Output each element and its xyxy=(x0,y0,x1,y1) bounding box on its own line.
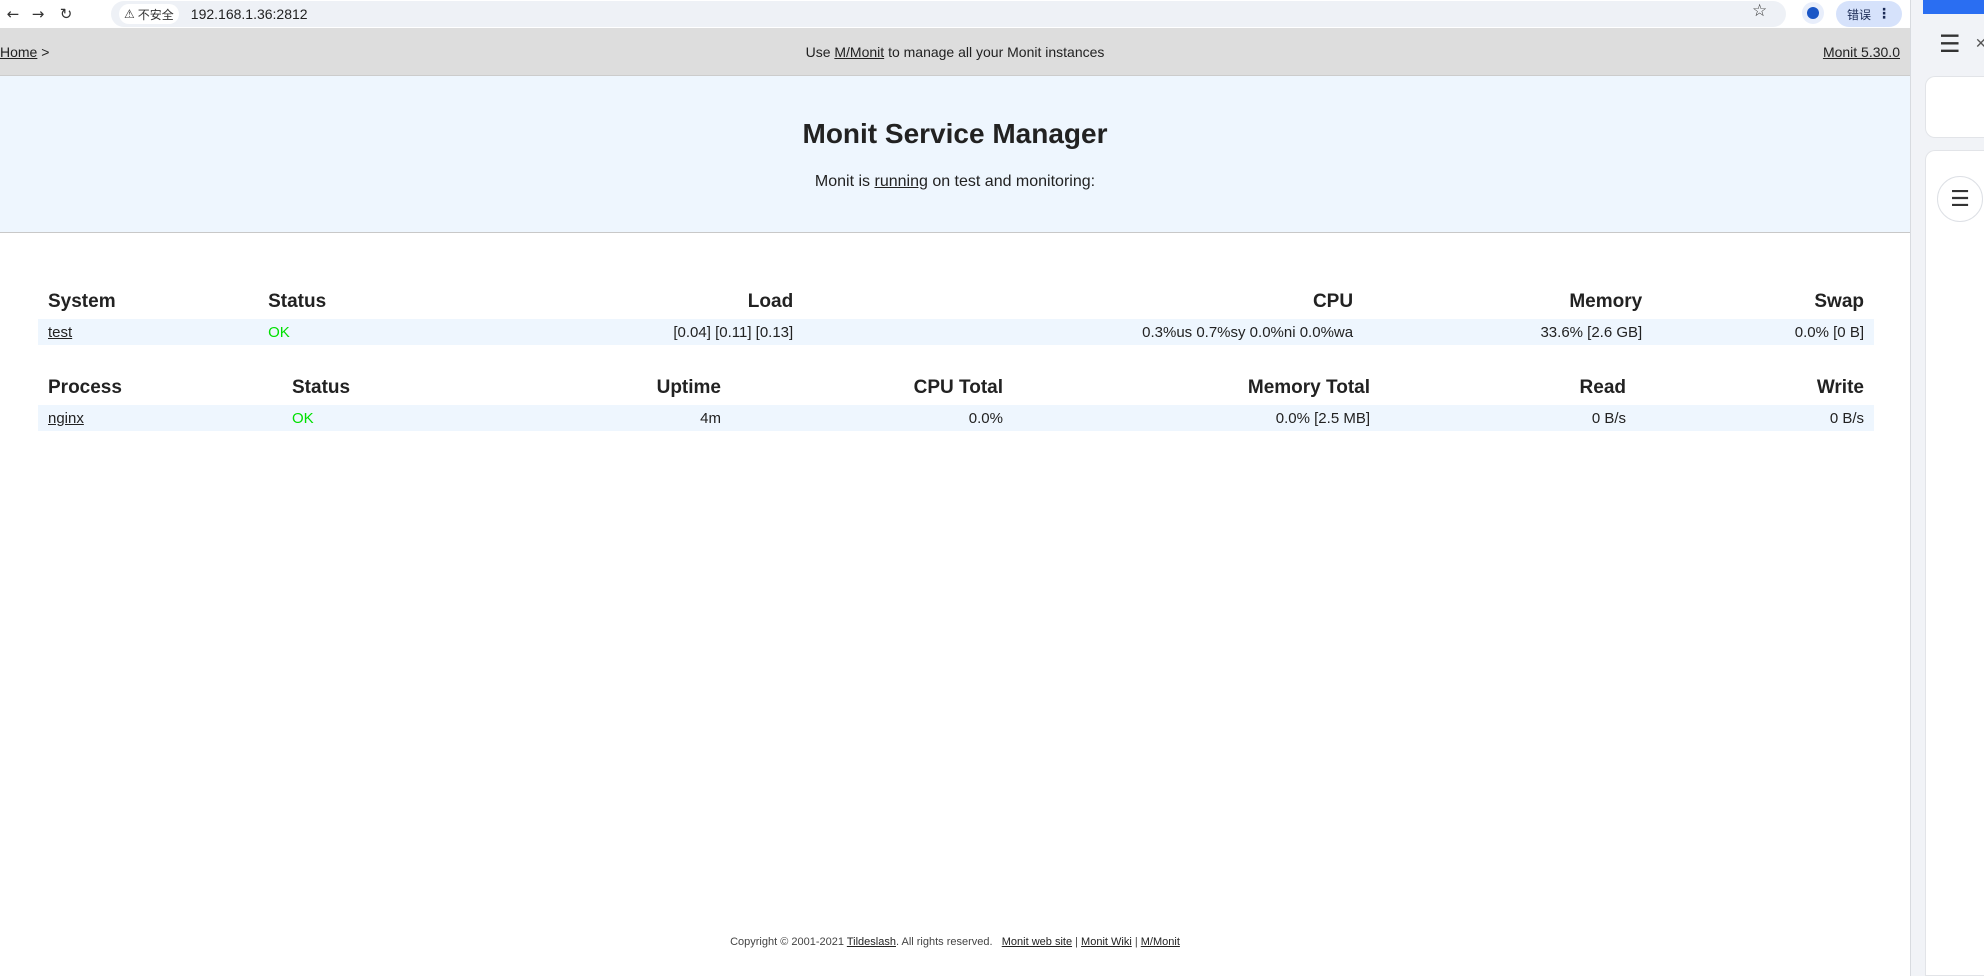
list-icon[interactable]: ☰ xyxy=(1937,176,1983,222)
uptime-value: 4m xyxy=(432,405,731,431)
cpu-total-header: CPU Total xyxy=(913,377,1003,398)
top-navigation: Home > Use M/Monit to manage all your Mo… xyxy=(0,28,1910,76)
memory-total-value: 0.0% [2.5 MB] xyxy=(1013,405,1380,431)
promo-suffix: to manage all your Monit instances xyxy=(888,43,1105,60)
read-header: Read xyxy=(1579,377,1626,398)
hero-banner: Monit Service Manager Monit is running o… xyxy=(0,76,1910,233)
promo-prefix: Use xyxy=(805,43,831,60)
cpu-value: 0.3%us 0.7%sy 0.0%ni 0.0%wa xyxy=(803,319,1364,345)
version-link[interactable]: Monit 5.30.0 xyxy=(1823,44,1900,60)
footer-separator: | xyxy=(1134,936,1138,948)
monit-website-link[interactable]: Monit web site xyxy=(1002,936,1072,948)
running-link[interactable]: running xyxy=(874,173,927,190)
process-name-link[interactable]: nginx xyxy=(48,410,84,427)
close-icon[interactable]: ✕ xyxy=(1975,36,1984,52)
monit-status-line: Monit is running on test and monitoring: xyxy=(0,173,1910,191)
status-header: Status xyxy=(268,291,327,312)
load-header: Load xyxy=(747,291,794,312)
process-header: Process xyxy=(48,377,122,398)
system-name-link[interactable]: test xyxy=(48,324,72,341)
process-table-header: Process Status Uptime CPU Total Memory T… xyxy=(38,371,1874,405)
footer-separator: | xyxy=(1075,936,1078,948)
cpu-total-value: 0.0% xyxy=(731,405,1013,431)
back-icon[interactable]: ← xyxy=(0,1,26,27)
memory-header: Memory xyxy=(1569,291,1643,312)
error-button[interactable]: 错误 ⋮ xyxy=(1836,1,1902,27)
bookmark-star-icon[interactable]: ☆ xyxy=(1752,1,1767,21)
status-header: Status xyxy=(292,377,351,398)
address-bar[interactable]: ⚠ 不安全 192.168.1.36:2812 xyxy=(111,1,1786,27)
security-label: 不安全 xyxy=(137,7,174,22)
uptime-header: Uptime xyxy=(656,377,721,398)
side-panel-accent-bar xyxy=(1923,0,1984,14)
page-title: Monit Service Manager xyxy=(802,118,1108,149)
monit-wiki-link[interactable]: Monit Wiki xyxy=(1081,936,1132,948)
status-prefix: Monit is xyxy=(814,173,871,190)
hamburger-menu-icon[interactable]: ☰ xyxy=(1939,30,1961,58)
more-menu-icon: ⋮ xyxy=(1877,6,1891,22)
memory-total-header: Memory Total xyxy=(1247,377,1370,398)
system-table-header: System Status Load CPU Memory Swap xyxy=(38,285,1874,319)
table-row: nginx OK 4m 0.0% 0.0% [2.5 MB] 0 B/s 0 B… xyxy=(38,405,1874,431)
forward-icon[interactable]: → xyxy=(25,1,51,27)
warning-icon: ⚠ xyxy=(124,7,135,21)
home-link[interactable]: Home xyxy=(0,44,37,60)
monit-page: Home > Use M/Monit to manage all your Mo… xyxy=(0,28,1910,976)
reload-icon[interactable]: ↻ xyxy=(53,1,79,27)
error-label: 错误 xyxy=(1846,7,1871,22)
security-chip[interactable]: ⚠ 不安全 xyxy=(119,4,179,24)
swap-header: Swap xyxy=(1814,291,1864,312)
status-badge: OK xyxy=(282,405,432,431)
breadcrumb: Home > xyxy=(0,44,49,60)
rights-text: . All rights reserved. xyxy=(895,936,993,948)
breadcrumb-separator: > xyxy=(41,43,50,60)
mmonit-link[interactable]: M/Monit xyxy=(834,44,884,60)
table-row: test OK [0.04] [0.11] [0.13] 0.3%us 0.7%… xyxy=(38,319,1874,345)
status-suffix: on test and monitoring: xyxy=(932,173,1096,190)
copyright-text: Copyright © 2001-2021 xyxy=(730,936,844,948)
browser-toolbar: ← → ↻ ⚠ 不安全 192.168.1.36:2812 ☆ 错误 ⋮ xyxy=(0,0,1910,28)
memory-value: 33.6% [2.6 GB] xyxy=(1363,319,1653,345)
side-panel: ☰ ✕ ☰ xyxy=(1910,0,1984,976)
write-value: 0 B/s xyxy=(1636,405,1874,431)
side-panel-card xyxy=(1925,76,1984,138)
cpu-header: CPU xyxy=(1312,291,1354,312)
mmonit-promo: Use M/Monit to manage all your Monit ins… xyxy=(0,44,1910,60)
load-value: [0.04] [0.11] [0.13] xyxy=(377,319,804,345)
write-header: Write xyxy=(1816,377,1864,398)
system-header: System xyxy=(48,291,116,312)
status-badge: OK xyxy=(258,319,378,345)
system-table: System Status Load CPU Memory Swap test … xyxy=(38,285,1874,345)
process-table: Process Status Uptime CPU Total Memory T… xyxy=(38,371,1874,431)
read-value: 0 B/s xyxy=(1380,405,1636,431)
swap-value: 0.0% [0 B] xyxy=(1652,319,1874,345)
footer-mmonit-link[interactable]: M/Monit xyxy=(1141,936,1180,948)
side-panel-list xyxy=(1925,150,1984,976)
profile-icon[interactable] xyxy=(1802,2,1824,24)
url-text[interactable]: 192.168.1.36:2812 xyxy=(191,6,308,22)
tildeslash-link[interactable]: Tildeslash xyxy=(847,936,896,948)
footer: Copyright © 2001-2021 Tildeslash. All ri… xyxy=(0,936,1910,948)
